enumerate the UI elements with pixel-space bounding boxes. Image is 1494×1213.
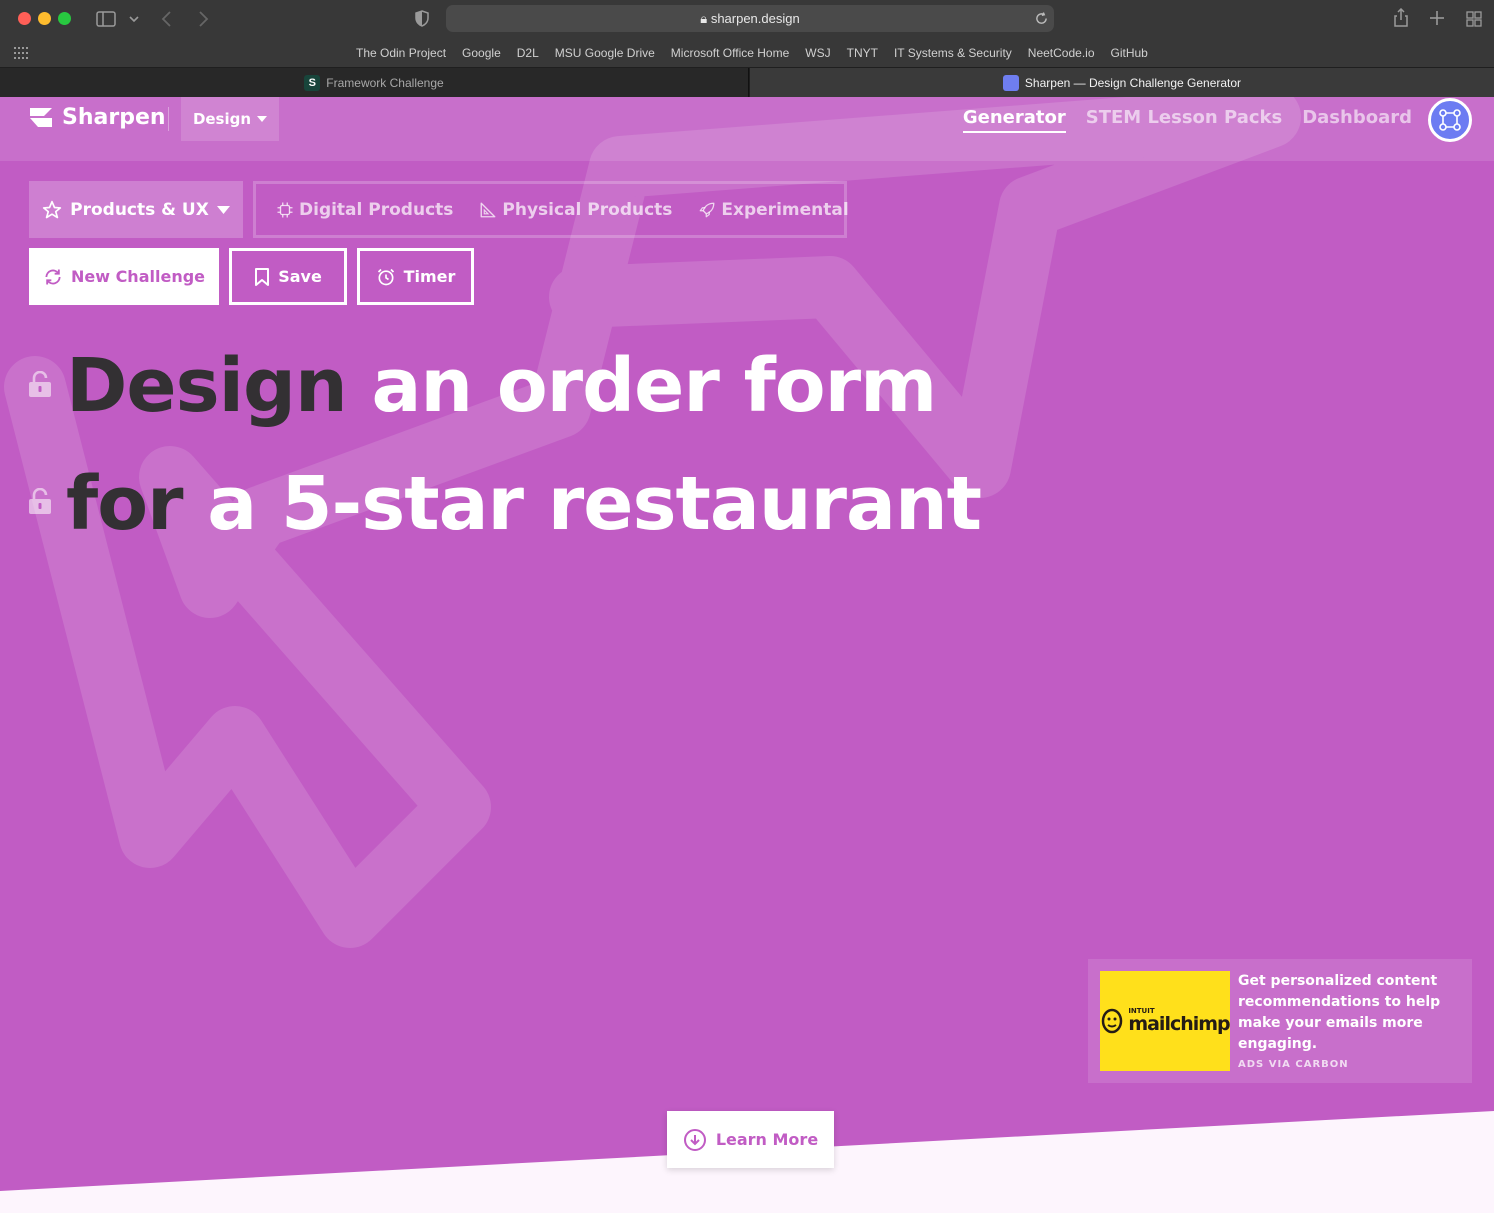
nav-divider xyxy=(168,107,169,131)
set-square-icon xyxy=(480,202,496,217)
category-dropdown-label: Products & UX xyxy=(70,199,209,220)
browser-chrome: 🔒︎ sharpen.design The Odin Project Googl… xyxy=(0,0,1494,97)
mode-dropdown[interactable]: Design xyxy=(181,97,279,141)
bookmark-github[interactable]: GitHub xyxy=(1111,46,1148,60)
challenge-audience: a 5-star restaurant xyxy=(207,461,982,547)
bookmark-tnyt[interactable]: TNYT xyxy=(847,46,878,60)
bookmark-it-systems-security[interactable]: IT Systems & Security xyxy=(894,46,1012,60)
title-bar: 🔒︎ sharpen.design xyxy=(0,0,1494,38)
timer-label: Timer xyxy=(403,267,456,286)
ad-brand-name: mailchimp xyxy=(1128,1013,1230,1035)
challenge-object: an order form xyxy=(371,343,937,429)
save-button[interactable]: Save xyxy=(229,248,347,305)
bookmark-d2l[interactable]: D2L xyxy=(517,46,539,60)
bookmark-odin-project[interactable]: The Odin Project xyxy=(356,46,446,60)
caret-down-icon xyxy=(257,116,268,122)
challenge-line-2: for a 5-star restaurant xyxy=(66,467,982,541)
refresh-icon xyxy=(45,269,61,284)
subcategory-label: Digital Products xyxy=(299,199,454,220)
sidebar-toggle-icon[interactable] xyxy=(96,11,116,27)
unlock-icon[interactable] xyxy=(28,371,52,397)
tab-sharpen[interactable]: Sharpen — Design Challenge Generator xyxy=(750,68,1494,97)
subcategory-label: Physical Products xyxy=(502,199,673,220)
tab-bar: S Framework Challenge Sharpen — Design C… xyxy=(0,68,1494,97)
save-label: Save xyxy=(278,267,322,286)
address-bar[interactable]: 🔒︎ sharpen.design xyxy=(446,5,1054,32)
page: Sharpen Design Generator STEM Lesson Pac… xyxy=(0,97,1494,1213)
bookmarks-bar: The Odin Project Google D2L MSU Google D… xyxy=(0,38,1494,68)
ad-image[interactable]: INTUIT mailchimp xyxy=(1100,971,1231,1071)
ad-text[interactable]: Get personalized content recommendations… xyxy=(1238,971,1460,1055)
zoom-window-button[interactable] xyxy=(58,12,71,25)
carbon-ad[interactable]: INTUIT mailchimp Get personalized conten… xyxy=(1088,959,1472,1083)
tab-overview-icon[interactable] xyxy=(1466,11,1482,27)
sharpen-logo-icon xyxy=(30,107,52,127)
nav-link-dashboard[interactable]: Dashboard xyxy=(1302,107,1412,133)
new-tab-icon[interactable] xyxy=(1430,11,1444,25)
privacy-shield-icon[interactable] xyxy=(415,10,429,27)
avatar-node-icon xyxy=(1439,109,1461,131)
alarm-clock-icon xyxy=(377,268,394,285)
user-avatar[interactable] xyxy=(1428,98,1472,142)
tab-title: Sharpen — Design Challenge Generator xyxy=(1024,75,1242,90)
bookmark-icon xyxy=(255,267,270,286)
sharpen-favicon-icon xyxy=(1002,74,1019,91)
bookmark-google[interactable]: Google xyxy=(462,46,501,60)
subcategory-experimental[interactable]: Experimental xyxy=(698,199,849,220)
chevron-down-icon[interactable] xyxy=(128,14,140,24)
brand-name: Sharpen xyxy=(62,105,166,130)
ad-brand: INTUIT mailchimp xyxy=(1128,1008,1230,1035)
share-icon[interactable] xyxy=(1393,8,1409,28)
rocket-icon xyxy=(700,202,715,217)
learn-more-label: Learn More xyxy=(715,1130,819,1149)
forward-icon[interactable] xyxy=(196,10,210,28)
top-navigation: Sharpen Design Generator STEM Lesson Pac… xyxy=(0,97,1494,161)
nav-link-stem-lesson-packs[interactable]: STEM Lesson Packs xyxy=(1086,107,1282,133)
arrow-down-circle-icon xyxy=(683,1128,706,1151)
bookmark-microsoft-office-home[interactable]: Microsoft Office Home xyxy=(671,46,789,60)
unlock-icon[interactable] xyxy=(28,488,52,514)
challenge-verb: Design xyxy=(66,343,348,429)
logo[interactable]: Sharpen xyxy=(28,105,166,130)
challenge-preposition: for xyxy=(66,461,184,547)
back-icon[interactable] xyxy=(160,10,174,28)
close-window-button[interactable] xyxy=(18,12,31,25)
star-icon xyxy=(42,200,62,218)
bookmark-list: The Odin Project Google D2L MSU Google D… xyxy=(356,46,1148,60)
bookmark-wsj[interactable]: WSJ xyxy=(805,46,830,60)
new-challenge-button[interactable]: New Challenge xyxy=(29,248,219,305)
subcategory-digital-products[interactable]: Digital Products xyxy=(276,200,453,220)
timer-button[interactable]: Timer xyxy=(357,248,474,305)
learn-more-button[interactable]: Learn More xyxy=(667,1111,834,1168)
address-text: 🔒︎ sharpen.design xyxy=(446,11,1054,27)
minimize-window-button[interactable] xyxy=(38,12,51,25)
msu-favicon-icon: S xyxy=(304,74,321,91)
bookmark-msu-google-drive[interactable]: MSU Google Drive xyxy=(555,46,655,60)
nav-link-generator[interactable]: Generator xyxy=(962,107,1066,133)
freddie-logo-icon xyxy=(1102,1008,1123,1034)
caret-down-icon xyxy=(216,205,230,214)
tab-title: Framework Challenge xyxy=(326,75,444,90)
chip-icon xyxy=(277,202,293,217)
mode-dropdown-label: Design xyxy=(192,110,252,128)
subcategory-physical-products[interactable]: Physical Products xyxy=(479,200,672,220)
lock-icon: 🔒︎ xyxy=(700,11,708,26)
subcategory-tabs: Digital Products Physical Products Exper… xyxy=(253,181,849,238)
challenge-line-1: Design an order form xyxy=(66,349,937,423)
category-dropdown[interactable]: Products & UX xyxy=(29,181,243,238)
nav-links: Generator STEM Lesson Packs Dashboard xyxy=(962,107,1412,133)
subcategory-label: Experimental xyxy=(721,199,849,220)
url-text: sharpen.design xyxy=(710,11,800,26)
ads-via-carbon-link[interactable]: ADS VIA CARBON xyxy=(1238,1059,1349,1070)
reload-icon[interactable] xyxy=(1035,12,1048,25)
new-challenge-label: New Challenge xyxy=(70,267,206,286)
bookmark-neetcode[interactable]: NeetCode.io xyxy=(1028,46,1095,60)
apps-grid-icon[interactable] xyxy=(14,47,28,59)
tab-framework-challenge[interactable]: S Framework Challenge xyxy=(0,68,749,97)
